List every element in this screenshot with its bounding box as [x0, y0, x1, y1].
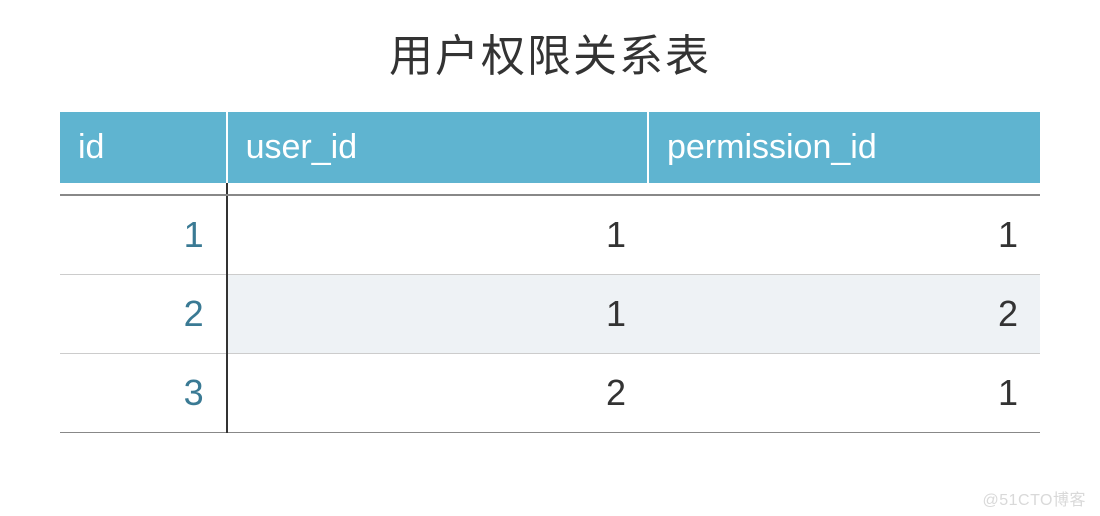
- table-row: 2 1 2: [60, 275, 1040, 354]
- table-header-permission-id: permission_id: [648, 112, 1040, 183]
- cell-permission-id: 2: [648, 275, 1040, 354]
- cell-id: 2: [60, 275, 227, 354]
- page-title: 用户权限关系表: [60, 20, 1040, 84]
- cell-user-id: 1: [227, 275, 648, 354]
- cell-id: 1: [60, 195, 227, 275]
- table-separator: [60, 183, 1040, 195]
- cell-user-id: 1: [227, 195, 648, 275]
- watermark: @51CTO博客: [982, 486, 1086, 510]
- cell-permission-id: 1: [648, 195, 1040, 275]
- cell-permission-id: 1: [648, 354, 1040, 433]
- user-permission-table-container: id user_id permission_id 1 1 1 2 1 2: [60, 112, 1040, 433]
- cell-id: 3: [60, 354, 227, 433]
- user-permission-table: id user_id permission_id 1 1 1 2 1 2: [60, 112, 1040, 433]
- table-row: 3 2 1: [60, 354, 1040, 433]
- table-header-id: id: [60, 112, 227, 183]
- table-header-row: id user_id permission_id: [60, 112, 1040, 183]
- cell-user-id: 2: [227, 354, 648, 433]
- table-row: 1 1 1: [60, 195, 1040, 275]
- table-header-user-id: user_id: [227, 112, 648, 183]
